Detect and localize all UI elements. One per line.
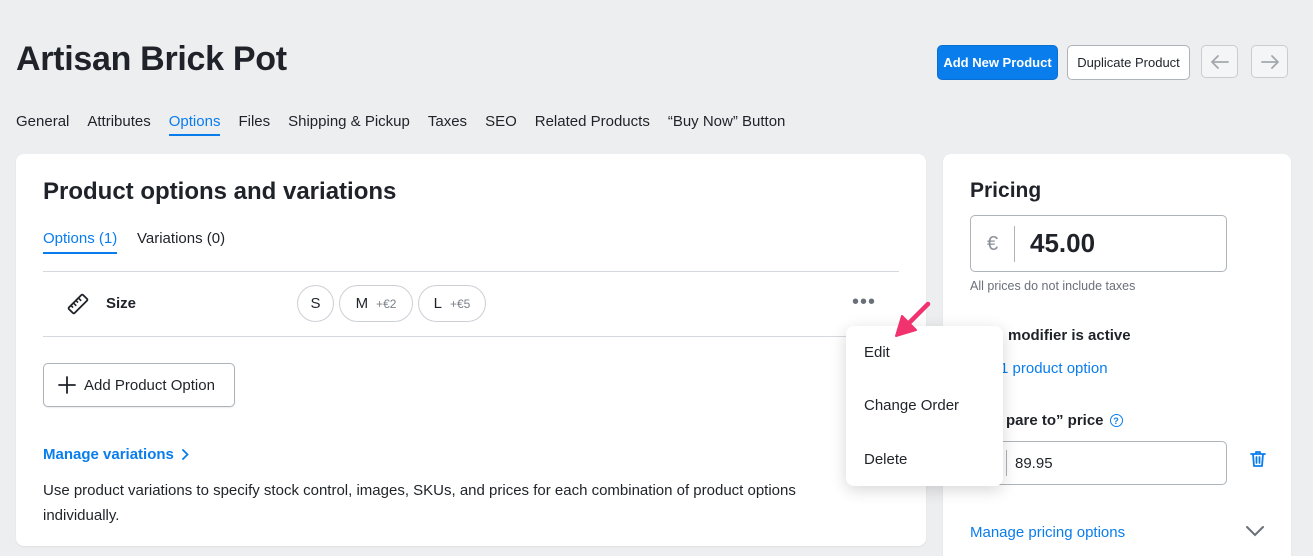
- manage-pricing-options-link[interactable]: Manage pricing options: [970, 524, 1125, 541]
- add-new-product-button[interactable]: Add New Product: [937, 45, 1058, 80]
- tab-related-products[interactable]: Related Products: [535, 113, 650, 136]
- variations-description: Use product variations to specify stock …: [43, 482, 796, 524]
- next-product-button[interactable]: [1251, 45, 1288, 78]
- chip-label: S: [310, 295, 321, 312]
- page-title: Artisan Brick Pot: [16, 40, 287, 78]
- product-tabs: General Attributes Options Files Shippin…: [16, 113, 803, 136]
- tab-seo[interactable]: SEO: [485, 113, 517, 136]
- trash-icon[interactable]: [1248, 449, 1268, 474]
- add-option-label: Add Product Option: [84, 376, 215, 394]
- compare-price-text: pare to” price: [1006, 412, 1104, 429]
- tab-shipping-pickup[interactable]: Shipping & Pickup: [288, 113, 410, 136]
- pricing-title: Pricing: [970, 179, 1042, 202]
- more-options-icon[interactable]: •••: [852, 292, 876, 312]
- menu-item-change-order[interactable]: Change Order: [864, 397, 959, 414]
- chip-label: M: [355, 295, 369, 312]
- tab-buy-now-button[interactable]: “Buy Now” Button: [668, 113, 786, 136]
- modifier-status: modifier is active: [1008, 327, 1131, 344]
- manage-variations-label: Manage variations: [43, 446, 174, 463]
- duplicate-product-button[interactable]: Duplicate Product: [1067, 45, 1190, 80]
- help-icon[interactable]: ?: [1109, 414, 1123, 427]
- tab-options[interactable]: Options: [168, 113, 221, 136]
- option-name: Size: [106, 295, 137, 312]
- tab-taxes[interactable]: Taxes: [428, 113, 467, 136]
- option-value-chip: M +€2: [339, 285, 413, 322]
- option-value-chip: S: [297, 285, 334, 322]
- ruler-icon: [67, 293, 89, 320]
- chip-modifier: +€5: [449, 296, 471, 311]
- compare-price-label: pare to” price ?: [1006, 412, 1123, 429]
- arrow-right-icon: [1260, 54, 1279, 69]
- tab-attributes[interactable]: Attributes: [87, 113, 150, 136]
- tab-general[interactable]: General: [16, 113, 69, 136]
- compare-price-value: 89.95: [1015, 454, 1053, 472]
- tab-files[interactable]: Files: [238, 113, 270, 136]
- product-option-link[interactable]: 1 product option: [1000, 360, 1108, 377]
- previous-product-button[interactable]: [1201, 45, 1238, 78]
- menu-item-delete[interactable]: Delete: [864, 451, 907, 468]
- menu-item-edit[interactable]: Edit: [864, 344, 890, 361]
- chip-modifier: +€2: [376, 296, 397, 311]
- tax-note: All prices do not include taxes: [970, 279, 1136, 293]
- subtab-options[interactable]: Options (1): [43, 230, 118, 254]
- divider: [43, 336, 899, 337]
- arrow-left-icon: [1210, 54, 1229, 69]
- plus-icon: [58, 376, 76, 394]
- currency-symbol: €: [971, 225, 1015, 262]
- add-product-option-button[interactable]: Add Product Option: [43, 363, 235, 407]
- chip-label: L: [433, 295, 442, 312]
- chevron-right-icon: [181, 449, 189, 460]
- compare-price-input[interactable]: 89.95: [970, 441, 1227, 485]
- manage-variations-link[interactable]: Manage variations: [43, 446, 189, 463]
- annotation-arrow-icon: [892, 300, 934, 347]
- options-card-title: Product options and variations: [43, 178, 397, 205]
- option-value-chip: L +€5: [418, 285, 486, 322]
- subtab-variations[interactable]: Variations (0): [137, 230, 225, 247]
- price-input[interactable]: € 45.00: [970, 215, 1227, 272]
- option-actions-menu: Edit Change Order Delete: [846, 326, 1003, 486]
- chevron-down-icon[interactable]: [1246, 524, 1264, 542]
- divider: [43, 271, 899, 272]
- price-value: 45.00: [1030, 228, 1096, 258]
